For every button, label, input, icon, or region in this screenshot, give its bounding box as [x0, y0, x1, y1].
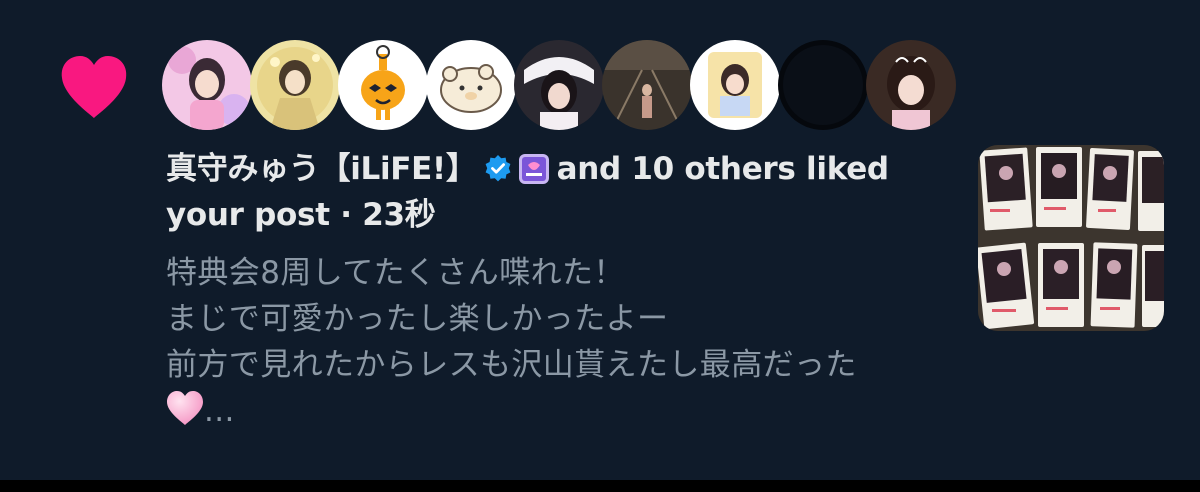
- action-text-2: your post: [166, 197, 330, 233]
- avatar-1[interactable]: [162, 40, 252, 130]
- avatar-4[interactable]: [426, 40, 516, 130]
- photo-thumbnail[interactable]: [978, 145, 1164, 331]
- avatar-9[interactable]: [866, 40, 956, 130]
- avatar-6[interactable]: [602, 40, 692, 130]
- post-line-1: 特典会8周してたくさん喋れた！: [166, 255, 625, 291]
- ellipsis: ...: [204, 393, 235, 429]
- notification-headline: 真守みゅう【iLiFE!】 and 10 others liked your p…: [166, 146, 956, 238]
- avatar-8[interactable]: [778, 40, 868, 130]
- verified-badge-icon: [485, 155, 511, 182]
- avatar-7[interactable]: [690, 40, 780, 130]
- separator: ·: [340, 197, 352, 233]
- bottom-divider: [0, 480, 1200, 492]
- post-line-3: 前方で見れたからレスも沢山貰えたし最高だった: [166, 347, 857, 383]
- timestamp: 23秒: [362, 197, 436, 233]
- avatar-3[interactable]: [338, 40, 428, 130]
- like-notification[interactable]: 真守みゅう【iLiFE!】 and 10 others liked your p…: [0, 0, 1200, 480]
- pink-heart-emoji: [167, 391, 203, 425]
- avatar-2[interactable]: [250, 40, 340, 130]
- action-text: and 10 others liked: [556, 151, 890, 187]
- avatar-5[interactable]: [514, 40, 604, 130]
- heart-icon: [61, 56, 127, 118]
- post-preview: 特典会8周してたくさん喋れた！ まじで可愛かったし楽しかったよー 前方で見れたか…: [166, 250, 956, 434]
- actor-name[interactable]: 真守みゅう【iLiFE!】: [166, 151, 477, 187]
- affiliate-badge-icon: [518, 154, 549, 184]
- post-line-2: まじで可愛かったし楽しかったよー: [166, 301, 669, 337]
- post-line-4: ...: [166, 388, 956, 434]
